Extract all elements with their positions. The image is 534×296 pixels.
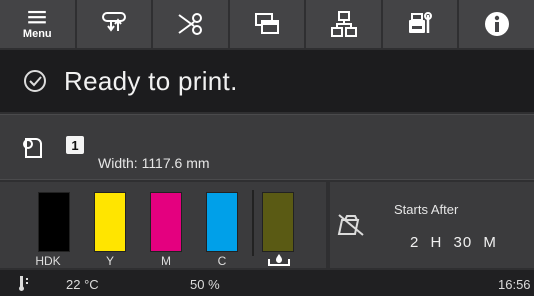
check-circle-icon	[24, 70, 46, 92]
ink-divider	[252, 190, 254, 256]
temperature-readout: 22 °C	[66, 277, 99, 292]
temperature-icon	[19, 276, 28, 291]
media-width: Width: 1117.6 mm	[98, 155, 210, 171]
layers-button[interactable]	[230, 0, 307, 48]
status-bar: Ready to print.	[0, 50, 534, 112]
ink-cartridge-c	[206, 192, 238, 252]
info-icon	[484, 12, 509, 36]
menu-button[interactable]: Menu	[0, 0, 77, 48]
printer-maintenance-icon	[409, 12, 433, 33]
no-print-timer-icon	[337, 214, 364, 236]
ink-label-y: Y	[105, 254, 114, 268]
media-feed-button[interactable]	[77, 0, 154, 48]
media-panel[interactable]: 1 Width: 1117.6 mm	[0, 114, 534, 180]
media-feed-icon	[101, 12, 126, 32]
ink-label-m: M	[161, 254, 171, 268]
ink-label-hdk: HDK	[35, 254, 61, 268]
ink-cartridge-hdk	[38, 192, 70, 252]
roll-media-icon	[23, 138, 42, 158]
timer-panel[interactable]: Starts After 2 H 30 M	[328, 182, 534, 268]
ink-cartridge-y	[94, 192, 126, 252]
starts-after-label: Starts After	[394, 202, 459, 217]
maintenance-box-icon	[268, 254, 290, 266]
menu-label: Menu	[22, 28, 52, 40]
tray-number-badge: 1	[66, 136, 84, 154]
printer-maintenance-button[interactable]	[383, 0, 460, 48]
menu-icon	[28, 10, 47, 24]
info-button[interactable]	[459, 0, 534, 48]
clock: 16:56	[498, 277, 531, 292]
maintenance-box	[262, 192, 294, 252]
bottom-status-bar: 22 °C 50 % 16:56	[0, 270, 534, 296]
toolbar: Menu	[0, 0, 534, 48]
humidity-readout: 50 %	[190, 277, 220, 292]
timer-value: 2 H 30 M	[410, 234, 497, 251]
status-message: Ready to print.	[64, 65, 238, 96]
cutter-icon	[178, 13, 203, 35]
ink-levels-panel[interactable]: HDK Y M C	[0, 182, 326, 268]
ink-cartridge-m	[150, 192, 182, 252]
network-icon	[330, 11, 357, 37]
layers-icon	[255, 13, 280, 34]
ink-label-c: C	[217, 254, 227, 268]
cutter-button[interactable]	[153, 0, 230, 48]
network-button[interactable]	[306, 0, 383, 48]
